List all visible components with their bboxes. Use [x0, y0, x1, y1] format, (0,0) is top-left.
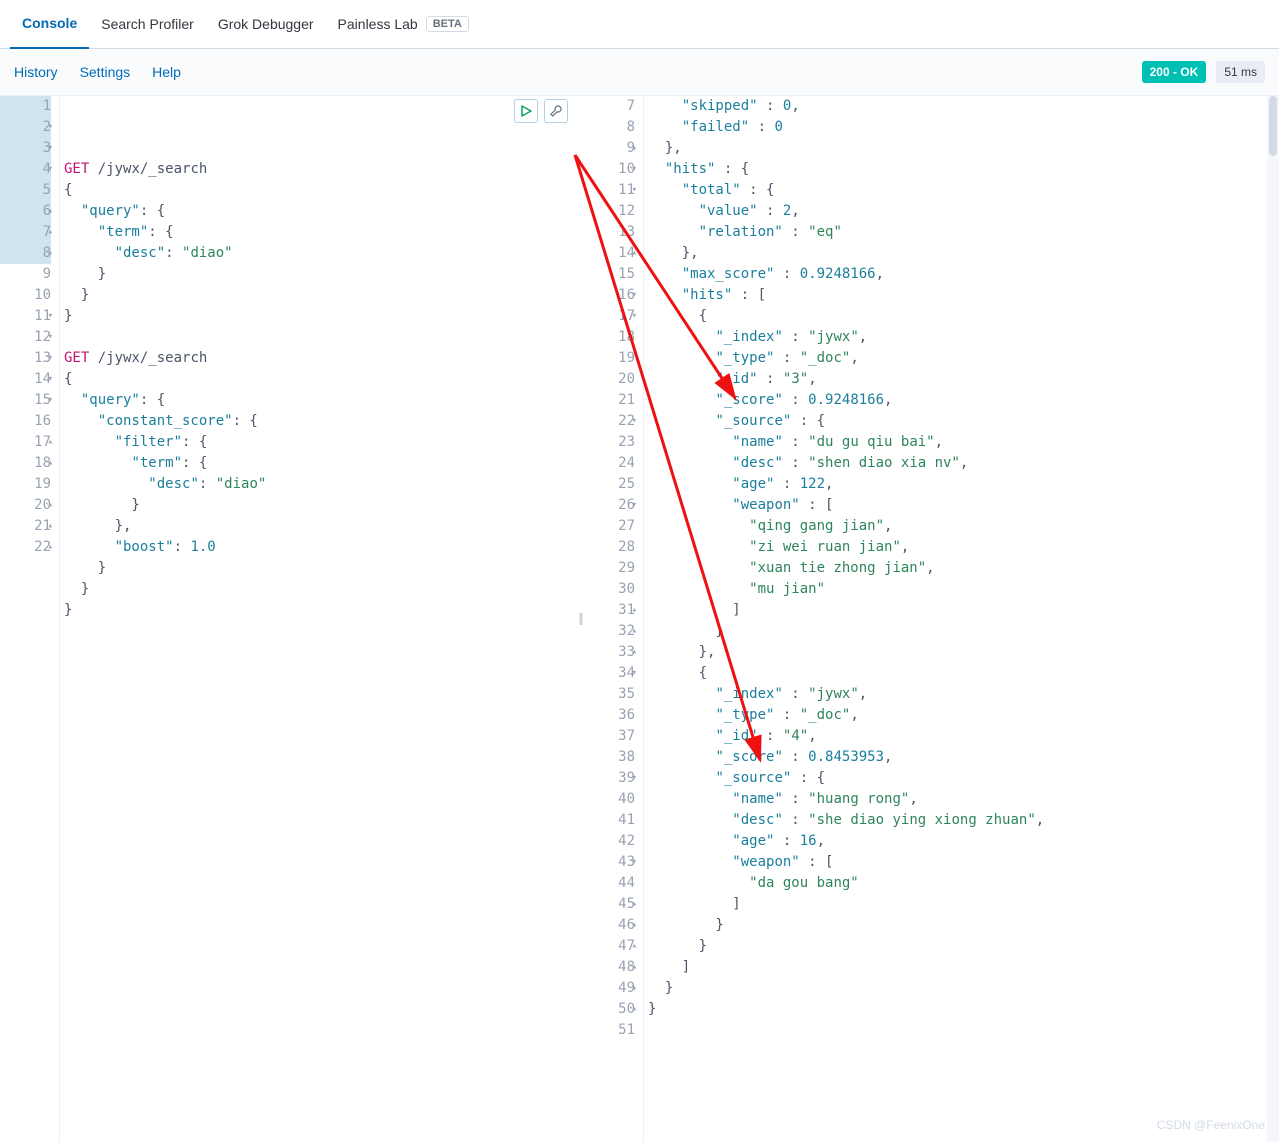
tab-search-profiler[interactable]: Search Profiler	[89, 0, 206, 48]
tab-bar: Console Search Profiler Grok Debugger Pa…	[0, 0, 1279, 49]
editors: 12▾3▾4▾56▴7▴8▴91011▾12▾13▾14▾15▾1617▴18▴…	[0, 96, 1279, 1142]
status-badge: 200 - OK	[1142, 61, 1207, 83]
response-gutter: 789▴10▾11▾121314▴1516▾17▾1819202122▾2324…	[584, 96, 644, 1142]
wrench-icon	[550, 105, 562, 117]
watermark: CSDN @FeenixOne	[1157, 1118, 1265, 1132]
tab-grok-debugger[interactable]: Grok Debugger	[206, 0, 326, 48]
tab-console[interactable]: Console	[10, 0, 89, 49]
play-icon	[520, 105, 532, 117]
request-editor[interactable]: GET /jywx/_search{ "query": { "term": { …	[60, 96, 578, 1142]
request-gutter: 12▾3▾4▾56▴7▴8▴91011▾12▾13▾14▾15▾1617▴18▴…	[0, 96, 60, 1142]
toolbar: History Settings Help 200 - OK 51 ms	[0, 49, 1279, 96]
request-pane: 12▾3▾4▾56▴7▴8▴91011▾12▾13▾14▾15▾1617▴18▴…	[0, 96, 578, 1142]
response-pane: 789▴10▾11▾121314▴1516▾17▾1819202122▾2324…	[584, 96, 1279, 1142]
help-link[interactable]: Help	[152, 64, 181, 80]
scrollbar[interactable]	[1267, 96, 1279, 1142]
run-button[interactable]	[514, 99, 538, 123]
tab-painless-lab[interactable]: Painless Lab BETA	[326, 0, 481, 48]
settings-link[interactable]: Settings	[80, 64, 131, 80]
beta-badge: BETA	[426, 16, 469, 32]
scrollbar-thumb[interactable]	[1269, 96, 1277, 156]
history-link[interactable]: History	[14, 64, 58, 80]
wrench-button[interactable]	[544, 99, 568, 123]
tab-painless-label: Painless Lab	[338, 16, 418, 32]
latency-badge: 51 ms	[1216, 61, 1265, 83]
response-editor[interactable]: "skipped" : 0, "failed" : 0 }, "hits" : …	[644, 96, 1279, 1142]
